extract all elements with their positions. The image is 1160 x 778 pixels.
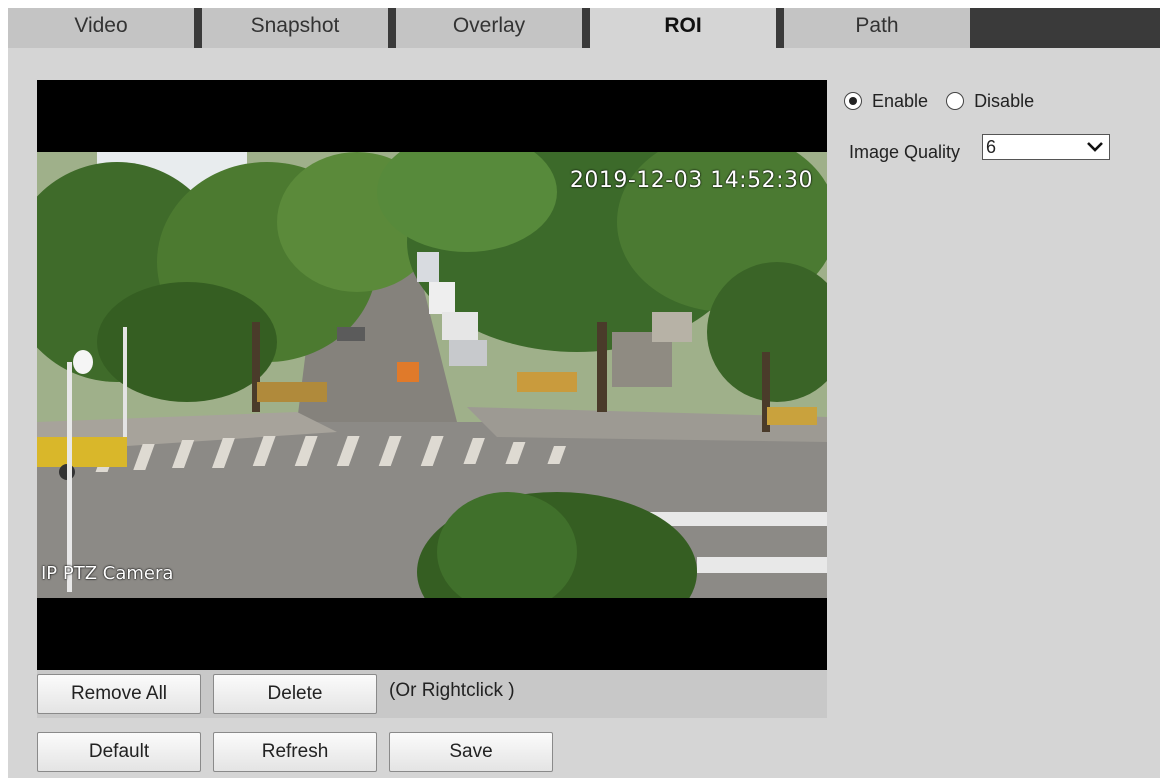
tab-bar-filler — [970, 8, 1160, 48]
radio-selected-dot — [849, 97, 857, 105]
save-button[interactable]: Save — [389, 732, 553, 772]
tab-snapshot[interactable]: Snapshot — [202, 8, 388, 48]
image-quality-value: 6 — [986, 137, 997, 157]
tab-separator — [776, 8, 784, 48]
roi-toolbar: Remove All Delete (Or Rightclick ) — [37, 670, 827, 718]
roi-config-page: Video Snapshot Overlay ROI Path 2019-12-… — [8, 8, 1160, 778]
remove-all-button[interactable]: Remove All — [37, 674, 201, 714]
tab-overlay[interactable]: Overlay — [396, 8, 582, 48]
refresh-button[interactable]: Refresh — [213, 732, 377, 772]
image-quality-label: Image Quality — [849, 142, 961, 162]
chevron-down-icon — [1087, 142, 1103, 152]
delete-button[interactable]: Delete — [213, 674, 377, 714]
live-video-view[interactable]: 2019-12-03 14:52:30 IP PTZ Camera — [37, 80, 827, 670]
tab-path[interactable]: Path — [784, 8, 970, 48]
tab-video[interactable]: Video — [8, 8, 194, 48]
tab-roi[interactable]: ROI — [590, 8, 776, 48]
tab-bar: Video Snapshot Overlay ROI Path — [8, 8, 1160, 48]
rightclick-hint: (Or Rightclick ) — [389, 680, 515, 701]
disable-label: Disable — [974, 90, 1035, 111]
tab-separator — [582, 8, 590, 48]
osd-channel-name: IP PTZ Camera — [41, 563, 174, 584]
image-quality-select[interactable]: 6 — [982, 134, 1110, 160]
default-button[interactable]: Default — [37, 732, 201, 772]
enable-radio[interactable] — [844, 92, 862, 110]
tab-separator — [194, 8, 202, 48]
street-scene-image — [37, 152, 827, 598]
enable-label: Enable — [872, 90, 929, 111]
osd-timestamp: 2019-12-03 14:52:30 — [569, 168, 813, 193]
disable-radio[interactable] — [946, 92, 965, 110]
enable-radio-group: Enable Disable — [844, 90, 1052, 112]
tab-separator — [388, 8, 396, 48]
camera-image: 2019-12-03 14:52:30 IP PTZ Camera — [37, 152, 827, 598]
